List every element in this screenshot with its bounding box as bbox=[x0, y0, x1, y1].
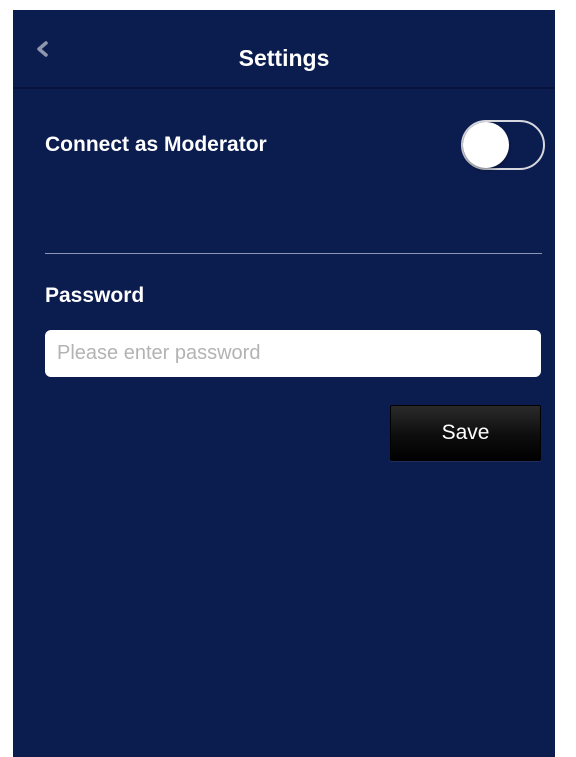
moderator-toggle[interactable] bbox=[461, 120, 545, 170]
save-button[interactable]: Save bbox=[390, 405, 541, 461]
navigation-bar: Settings bbox=[13, 10, 555, 89]
moderator-toggle-label: Connect as Moderator bbox=[45, 133, 267, 156]
settings-screen: Settings Connect as Moderator Password S… bbox=[13, 10, 555, 757]
toggle-knob bbox=[463, 122, 509, 168]
chevron-left-icon bbox=[35, 40, 49, 58]
back-button[interactable] bbox=[35, 34, 65, 64]
section-divider bbox=[45, 253, 542, 254]
password-input[interactable] bbox=[45, 330, 541, 377]
password-label: Password bbox=[45, 284, 145, 307]
page-title: Settings bbox=[238, 45, 330, 71]
